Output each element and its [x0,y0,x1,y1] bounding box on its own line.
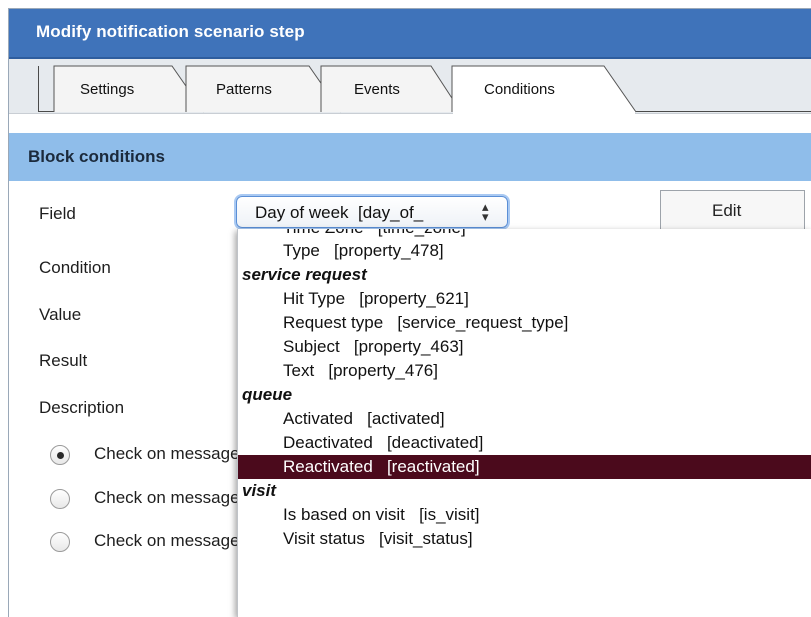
tab-events[interactable]: Events [320,65,462,113]
radio-label-3: Check on message [94,531,239,550]
select-stepper-icon: ▴ ▾ [482,199,489,224]
dropdown-item[interactable]: Visit status [visit_status] [238,527,811,551]
dropdown-item[interactable]: Hit Type [property_621] [238,287,811,311]
dropdown-item[interactable]: Deactivated [deactivated] [238,431,811,455]
tab-patterns[interactable]: Patterns [185,65,342,113]
dialog-window: Modify notification scenario step Settin… [8,8,811,617]
dialog-titlebar: Modify notification scenario step [8,8,811,59]
dropdown-item[interactable]: Activated [activated] [238,407,811,431]
field-label: Field [39,204,76,223]
description-label: Description [39,398,125,417]
tab-events-label: Events [354,81,400,98]
field-dropdown-list[interactable]: Time Zone [time_zone] Type [property_478… [237,229,811,617]
radio-check-on-message-3[interactable] [50,532,70,552]
dropdown-item[interactable]: Text [property_476] [238,359,811,383]
block-conditions-header: Block conditions [8,133,811,181]
field-select-value: Day of week [day_of_ [255,203,424,222]
dropdown-item[interactable]: Type [property_478] [238,239,811,263]
dropdown-item[interactable]: Subject [property_463] [238,335,811,359]
field-select[interactable]: Day of week [day_of_ ▴ ▾ [236,196,508,228]
dropdown-item-selected[interactable]: Reactivated [reactivated] [238,455,811,479]
dropdown-item[interactable]: Request type [service_request_type] [238,311,811,335]
dropdown-group-header: service request [242,265,367,284]
dropdown-group-header: visit [242,481,277,500]
radio-label-2: Check on message [94,488,239,507]
edit-button-label: Edit [712,201,742,220]
tab-patterns-label: Patterns [216,81,272,98]
dialog-title: Modify notification scenario step [36,22,305,41]
radio-label-1: Check on message [94,444,239,463]
tab-conditions[interactable]: Conditions [451,65,642,114]
tab-settings-label: Settings [80,81,135,98]
value-label: Value [39,305,82,324]
condition-label: Condition [39,258,111,277]
result-label: Result [39,351,88,370]
edit-button[interactable]: Edit [660,190,805,230]
radio-check-on-message-2[interactable] [50,489,70,509]
dropdown-item[interactable]: Is based on visit [is_visit] [238,503,811,527]
tab-strip-left-rule [38,66,39,112]
tab-settings[interactable]: Settings [53,65,205,113]
section-title: Block conditions [28,147,165,166]
dropdown-group-header: queue [242,385,293,404]
tab-conditions-label: Conditions [484,81,555,98]
radio-check-on-message-1[interactable] [50,445,70,465]
